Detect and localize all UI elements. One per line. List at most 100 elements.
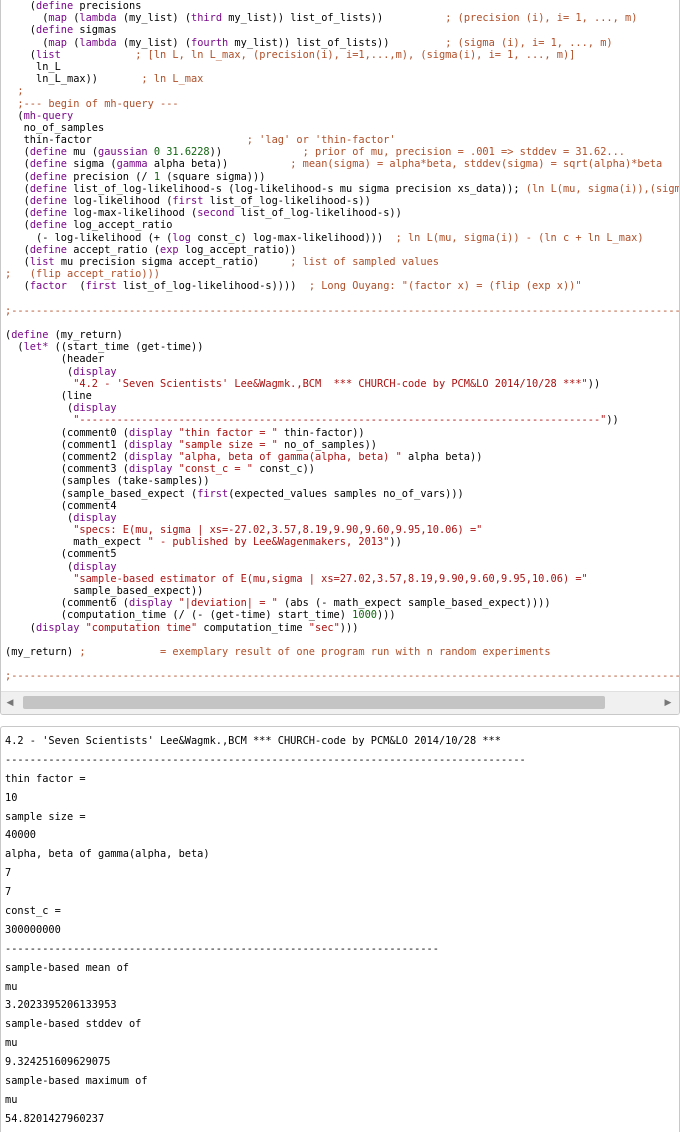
output-line: 300000000 [5, 923, 61, 936]
code-token: ))) [376, 609, 396, 622]
output-line: sample-based maximum of [5, 1075, 148, 1088]
code-token: define [29, 195, 68, 207]
code-token: sample_based_expect)) [5, 585, 204, 597]
code-area[interactable]: (define precisions (map (lambda (my_list… [5, 0, 679, 690]
code-token: (my_list) ( [116, 36, 192, 49]
code-line: ; [5, 85, 679, 97]
output-line: alpha, beta of gamma(alpha, beta) [5, 848, 210, 861]
code-token: (expected_values samples no_of_vars))) [228, 487, 464, 500]
code-token: ( [5, 255, 30, 268]
code-token: gaussian [98, 146, 148, 159]
code-token: ;--- begin of mh-query --- [17, 97, 179, 110]
code-token: display [129, 450, 173, 463]
code-token: ( [5, 560, 74, 573]
code-token: 1000 [352, 609, 377, 622]
output-line: const_c = [5, 905, 61, 918]
code-token: display [129, 438, 173, 451]
code-token: define [29, 243, 68, 256]
code-line: "sample-based estimator of E(mu,sigma | … [5, 573, 679, 585]
code-line: (comment6 (display "|deviation| = " (abs… [5, 597, 679, 609]
code-token: mh-query [23, 109, 74, 122]
code-token: math_expect [5, 536, 148, 549]
code-token: thin-factor [5, 134, 247, 147]
code-token: ; [17, 85, 24, 98]
code-token: ( [5, 170, 30, 183]
code-token: ln_L [5, 60, 61, 73]
code-token: list_of_log-likelihood-s)) [203, 195, 371, 207]
code-token: ; ln L(mu, sigma(i)) - (ln c + ln L_max) [395, 231, 644, 244]
code-token: (comment1 ( [5, 438, 129, 451]
code-token: fourth [191, 36, 229, 49]
code-token: ; Long Ouyang: "(factor x) = (flip (exp … [308, 280, 582, 293]
code-token: )) [587, 377, 601, 390]
code-token: ( [67, 280, 86, 293]
code-line: (comment1 (display "sample size = " no_o… [5, 439, 679, 451]
code-token: ( [5, 402, 74, 415]
code-line: (display [5, 366, 679, 378]
code-token: accept_ratio ( [67, 243, 161, 256]
code-line: (comment3 (display "const_c = " const_c)… [5, 463, 679, 475]
output-line: mu [5, 980, 18, 993]
code-token: ;---------------------------------------… [5, 304, 679, 317]
scroll-right-icon[interactable]: ▶ [663, 697, 673, 709]
code-token: (sample_based_expect ( [5, 487, 198, 500]
code-token: ( [5, 158, 30, 171]
code-token: (my_list) ( [116, 12, 192, 25]
code-token: display [129, 463, 173, 476]
code-token: ( [5, 219, 30, 232]
code-line: (display [5, 512, 679, 524]
code-token: (comment5 [5, 548, 117, 561]
output-line: 3.2023395206133953 [5, 999, 117, 1012]
code-token: sigmas [73, 24, 117, 37]
code-token: ( [5, 195, 30, 207]
code-token: display [73, 402, 117, 415]
code-line: no_of_samples [5, 122, 679, 134]
code-line: (define log-max-likelihood (second list_… [5, 207, 679, 219]
code-line: (define (my_return) [5, 329, 679, 341]
code-token: ( [67, 36, 80, 49]
code-token: ( [5, 511, 74, 524]
code-line: (display "computation time" computation_… [5, 622, 679, 634]
code-token: display [73, 511, 117, 524]
code-line: "specs: E(mu, sigma | xs=-27.02,3.57,8.1… [5, 524, 679, 536]
code-token: ; list of sampled values [290, 255, 439, 268]
code-line: (factor (first list_of_log-likelihood-s)… [5, 280, 679, 292]
code-token: )) [606, 414, 619, 427]
code-token: ( [5, 146, 30, 159]
scroll-left-icon[interactable]: ◀ [5, 697, 15, 709]
code-token: (comment4 [5, 499, 117, 512]
output-line: mu [5, 1093, 18, 1106]
code-token: display [129, 597, 173, 610]
code-token: mu precision sigma accept_ratio) [54, 255, 291, 268]
scrollbar-thumb[interactable] [23, 696, 605, 709]
code-token: factor [29, 280, 68, 293]
code-token: "4.2 - 'Seven Scientists' Lee&Wagmk.,BCM… [73, 377, 588, 390]
code-line: (header [5, 353, 679, 365]
output-line: 7 [5, 886, 12, 899]
code-line: (samples (take-samples)) [5, 475, 679, 487]
horizontal-scrollbar[interactable]: ◀ ▶ [1, 691, 679, 714]
code-token: ; prior of mu, precision = .001 => stdde… [302, 146, 626, 159]
code-line: (define accept_ratio (exp log_accept_rat… [5, 244, 679, 256]
code-token: ; = exemplary result of one program run … [79, 645, 551, 658]
code-line: (define list_of_log-likelihood-s (log-li… [5, 183, 679, 195]
code-editor[interactable]: (define precisions (map (lambda (my_list… [0, 0, 680, 715]
code-line: (comment5 [5, 548, 679, 560]
code-token: gamma [116, 158, 148, 171]
code-token: ( [67, 12, 80, 25]
code-line: "---------------------------------------… [5, 414, 679, 426]
code-line: (display [5, 402, 679, 414]
code-token: define [36, 24, 74, 37]
code-token: define [11, 329, 49, 342]
code-line: (define precisions [5, 0, 679, 12]
code-token: "---------------------------------------… [73, 414, 607, 427]
output-line: 40000 [5, 829, 36, 842]
output-line: 10 [5, 791, 18, 804]
output-line: 4.2 - 'Seven Scientists' Lee&Wagmk.,BCM … [5, 735, 501, 747]
